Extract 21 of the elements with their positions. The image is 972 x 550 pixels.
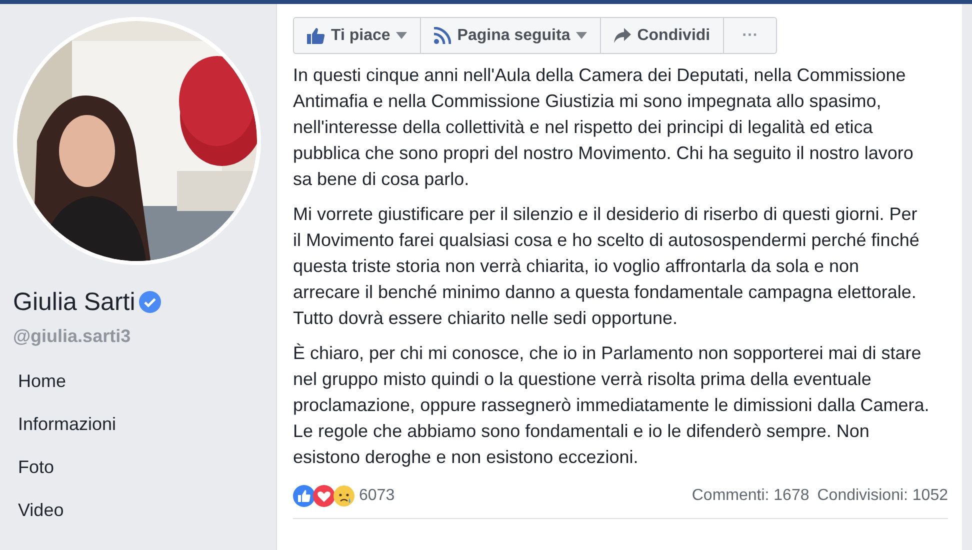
reaction-count[interactable]: 6073 xyxy=(359,484,395,508)
sad-face-icon xyxy=(333,485,355,507)
follow-button[interactable]: Pagina seguita xyxy=(421,17,602,54)
share-count[interactable]: Condivisioni: 1052 xyxy=(817,484,948,508)
username: @giulia.sarti3 xyxy=(13,325,132,348)
share-arrow-icon xyxy=(614,28,632,43)
thumbs-up-icon xyxy=(307,28,325,44)
rss-icon xyxy=(434,27,452,44)
nav-link[interactable]: Foto xyxy=(18,454,54,480)
page-name: Giulia Sarti xyxy=(13,287,136,317)
post-paragraph: È chiaro, per chi mi conosce, che io in Parlamento non sopporterei mai di stare nel gruppo misto quindi o la questione verrà risolta prima della eventuale proclamazione, oppure rassegnerò immediatamente le dimissioni dalla Camera. Le regole che abbiamo sono fondamentali e io le difenderò sempre. Non esistono deroghe e non esistono eccezioni. xyxy=(293,342,930,469)
share-button[interactable]: Condividi xyxy=(601,17,724,54)
post-paragraph: In questi cinque anni nell'Aula della Camera dei Deputati, nella Commissione Antimafia e nella Commissione Giustizia mi sono impegnata allo spasimo, nell'interesse della collettività e nel rispetto dei principi di legalità ed etica pubblica che sono propri del nostro Movimento. Chi ha seguito il nostro lavoro sa bene di cosa parlo. xyxy=(293,64,914,191)
post-paragraph: Mi vorrete giustificare per il silenzio e il desiderio di riserbo di questi giorni. Per il Movimento farei qualsiasi cosa e ho scelto di autosospendermi perché finché questa triste storia non verrà chiarita, io voglio affrontarla da sola e non arrecare il benché minimo danno a questa fondamentale campagna elettorale. Tutto dovrà essere chiarito nelle sedi opportune. xyxy=(293,203,920,330)
nav-link[interactable]: Home xyxy=(18,368,66,394)
nav-link[interactable]: Video xyxy=(18,497,64,523)
like-reaction-icon xyxy=(293,485,315,507)
comment-count[interactable]: Commenti: 1678 xyxy=(692,484,810,508)
nav-link[interactable]: Informazioni xyxy=(18,411,116,437)
like-button[interactable]: Ti piace xyxy=(293,17,422,54)
heart-reaction-icon xyxy=(313,485,335,507)
